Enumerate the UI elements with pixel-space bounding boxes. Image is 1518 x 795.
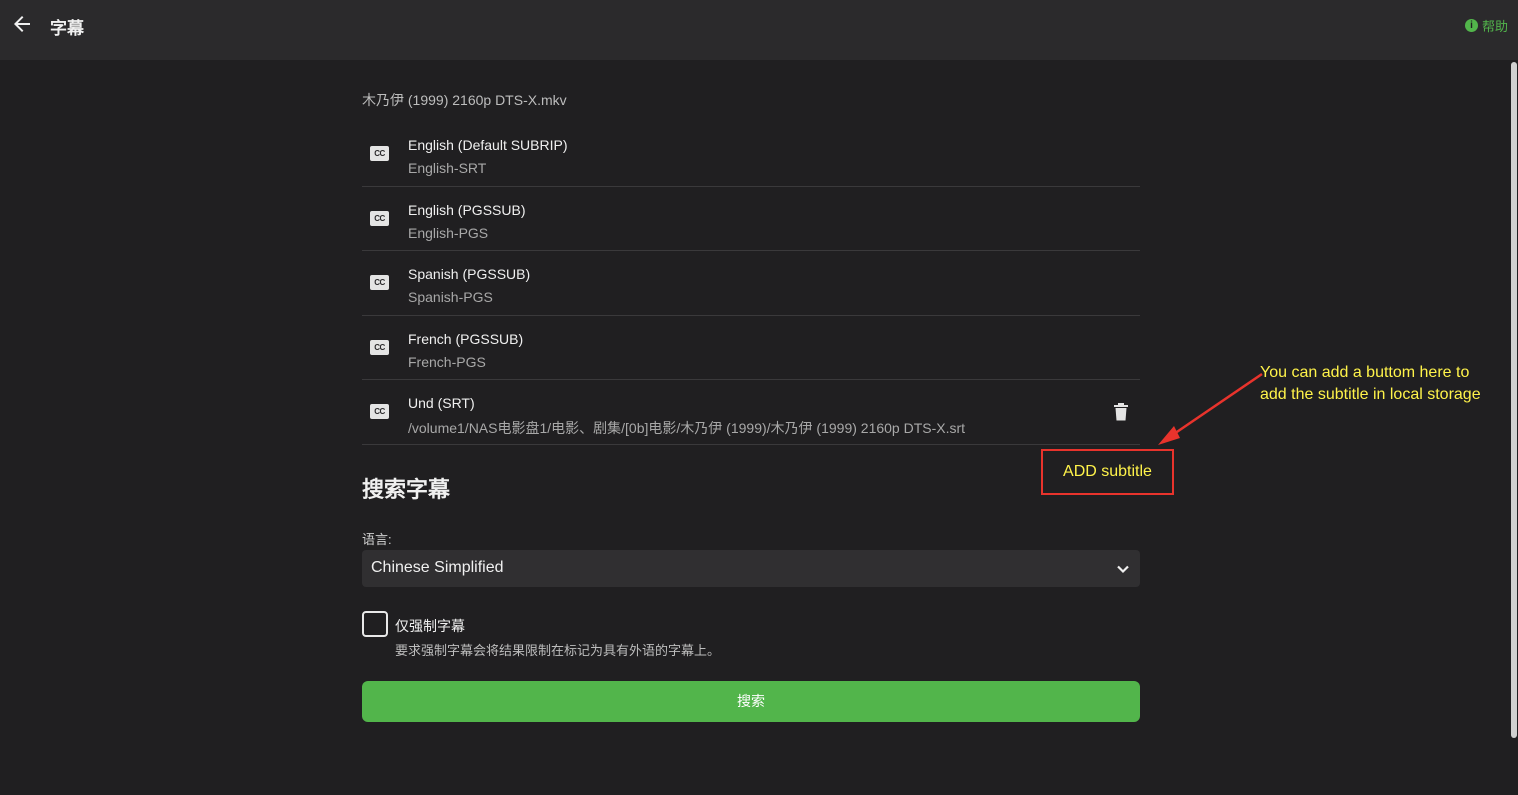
- closed-caption-icon: CC: [370, 210, 389, 226]
- page-title: 字幕: [50, 19, 84, 38]
- language-select[interactable]: Chinese Simplified: [362, 550, 1140, 587]
- annotation-note-line: You can add a buttom here to: [1260, 364, 1470, 381]
- forced-only-description: 要求强制字幕会将结果限制在标记为具有外语的字幕上。: [395, 643, 721, 658]
- info-icon: i: [1464, 19, 1478, 32]
- forced-only-label: 仅强制字幕: [395, 618, 465, 634]
- search-button[interactable]: 搜索: [362, 681, 1140, 722]
- closed-caption-icon: CC: [370, 339, 389, 355]
- annotation-box: ADD subtitle: [1041, 449, 1174, 495]
- subtitle-track-item[interactable]: CC French (PGSSUB) French-PGS: [362, 316, 1140, 380]
- track-title: English (PGSSUB): [408, 201, 526, 218]
- track-title: English (Default SUBRIP): [408, 137, 568, 153]
- scrollbar-thumb[interactable]: [1511, 62, 1517, 738]
- subtitle-track-item[interactable]: CC English (Default SUBRIP) English-SRT: [362, 122, 1140, 187]
- track-title: Spanish (PGSSUB): [408, 266, 531, 282]
- track-title: French (PGSSUB): [408, 330, 524, 347]
- closed-caption-icon: CC: [370, 146, 389, 161]
- annotation-arrow-icon: [1158, 372, 1263, 445]
- trash-icon[interactable]: [1113, 403, 1129, 421]
- closed-caption-icon: CC: [370, 275, 389, 290]
- help-label: 帮助: [1481, 19, 1508, 34]
- subtitle-track-list: CC English (Default SUBRIP) English-SRT …: [362, 122, 1140, 445]
- top-bar: 字幕 i 帮助: [0, 0, 1518, 60]
- media-filename: 木乃伊 (1999) 2160p DTS-X.mkv: [362, 92, 567, 108]
- language-label: 语言:: [362, 532, 392, 547]
- language-value: Chinese Simplified: [371, 559, 504, 576]
- track-subtitle: Spanish-PGS: [408, 289, 493, 305]
- search-section-title: 搜索字幕: [362, 477, 451, 502]
- track-subtitle: English-SRT: [408, 160, 487, 176]
- annotation-note-line: add the subtitle in local storage: [1260, 386, 1481, 403]
- subtitle-track-item[interactable]: CC English (PGSSUB) English-PGS: [362, 187, 1140, 251]
- help-link[interactable]: i 帮助: [1464, 16, 1508, 35]
- track-subtitle: French-PGS: [408, 353, 486, 370]
- back-arrow-icon[interactable]: [10, 12, 34, 36]
- track-title: Und (SRT): [408, 395, 475, 411]
- forced-only-checkbox[interactable]: [362, 611, 388, 637]
- chevron-down-icon: [1117, 565, 1129, 574]
- subtitle-track-item[interactable]: CC Und (SRT) /volume1/NAS电影盘1/电影、剧集/[0b]…: [362, 380, 1140, 445]
- closed-caption-icon: CC: [370, 404, 389, 419]
- track-subtitle: English-PGS: [408, 224, 489, 241]
- annotation-note: You can add a buttom here to add the sub…: [1260, 362, 1481, 406]
- track-subtitle: /volume1/NAS电影盘1/电影、剧集/[0b]电影/木乃伊 (1999)…: [408, 420, 966, 436]
- subtitle-track-item[interactable]: CC Spanish (PGSSUB) Spanish-PGS: [362, 251, 1140, 316]
